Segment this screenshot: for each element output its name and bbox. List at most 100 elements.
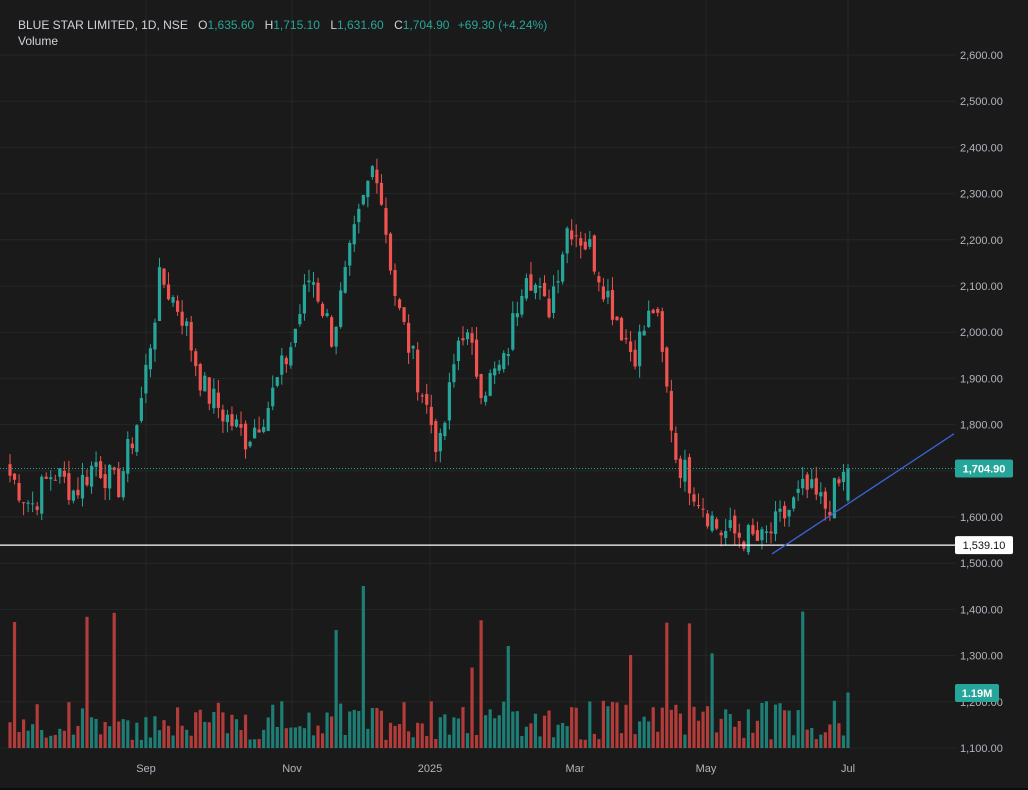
trend-line[interactable] [771, 433, 955, 555]
candle-body [615, 316, 619, 321]
candle-body [841, 471, 846, 483]
price-tick-label: 1,500.00 [960, 558, 1003, 570]
candle-body [80, 474, 85, 499]
candle-body [17, 482, 21, 501]
candle-body [62, 470, 66, 477]
volume-bar [85, 616, 89, 748]
candle-body [570, 230, 574, 240]
volume-bar [49, 735, 53, 748]
candle-body [810, 479, 814, 488]
close-label: C [394, 18, 403, 32]
volume-bar [764, 701, 769, 748]
volume-bar [742, 737, 746, 748]
volume-bar [696, 720, 701, 748]
volume-bar [628, 655, 633, 748]
candle-body [316, 282, 320, 302]
candle-body [574, 235, 578, 237]
volume-bar [388, 722, 393, 748]
candle-body [194, 351, 198, 367]
volume-bar [828, 724, 832, 748]
candle-body [488, 372, 492, 396]
time-tick-label: May [696, 763, 717, 775]
symbol-name[interactable]: BLUE STAR LIMITED, 1D, NSE [18, 18, 188, 32]
volume-bar [656, 731, 660, 748]
candle-body [117, 468, 121, 498]
volume-bar [805, 729, 809, 748]
candle-body [502, 353, 506, 370]
candle-body [212, 388, 216, 409]
candle-body [298, 314, 302, 325]
candle-body [21, 502, 26, 504]
candle-body [67, 473, 71, 500]
candle-body [619, 317, 624, 341]
candle-body [148, 348, 153, 370]
volume-bar [8, 722, 12, 748]
volume-bar [574, 707, 578, 748]
price-axis[interactable]: 2,600.00 2,500.00 2,400.00 2,300.00 2,200.00… [960, 50, 1003, 755]
volume-bar [384, 739, 388, 748]
candle-body [805, 474, 809, 490]
volume-bar [796, 710, 800, 748]
volume-bar [687, 623, 692, 748]
volume-bar [185, 729, 189, 748]
candlestick-chart[interactable]: 2,600.00 2,500.00 2,400.00 2,300.00 2,200.00… [0, 0, 1028, 790]
volume-bar [823, 732, 827, 748]
price-tick-label: 1,800.00 [960, 420, 1003, 432]
candle-body [31, 503, 35, 505]
volume-bar [225, 733, 230, 748]
volume-bar [669, 709, 673, 748]
candle-body [624, 338, 628, 340]
candle-body [425, 394, 429, 405]
candle-body [320, 303, 325, 316]
volume-bar [71, 734, 76, 748]
candle-body [357, 208, 361, 223]
volume-bar [257, 739, 261, 748]
candle-body [792, 497, 796, 509]
candle-body [506, 354, 510, 357]
symbol-legend[interactable]: BLUE STAR LIMITED, 1D, NSE O1,635.60 H1,… [18, 17, 547, 33]
volume-bar [26, 730, 30, 748]
price-tick-label: 2,200.00 [960, 235, 1003, 247]
candle-body [416, 349, 420, 393]
volume-bar [533, 713, 538, 748]
candle-body [334, 326, 338, 347]
volume-bar [103, 722, 107, 748]
candle-body [551, 286, 556, 313]
candle-body [203, 375, 207, 392]
volume-bar [746, 709, 750, 748]
high-label: H [264, 18, 274, 32]
volume-bar [330, 716, 334, 748]
price-tick-label: 2,300.00 [960, 189, 1003, 201]
candle-body [597, 276, 601, 283]
volume-bar [832, 700, 837, 748]
volume-bar [456, 718, 461, 748]
volume-bar [243, 714, 248, 748]
volume-bar [651, 707, 655, 748]
volume-bar [579, 739, 583, 748]
candle-body [352, 224, 356, 245]
volume-bar [21, 719, 26, 748]
volume-indicator-label[interactable]: Volume [18, 34, 58, 48]
volume-bar [588, 701, 592, 748]
volume-bar [108, 726, 112, 748]
candle-body [225, 414, 230, 423]
price-candles [8, 158, 850, 555]
volume-bar [194, 712, 198, 748]
candle-body [243, 423, 248, 450]
time-axis[interactable]: Sep Nov 2025 Mar May Jul [136, 763, 855, 775]
candle-body [782, 505, 787, 519]
volume-bar [556, 724, 560, 748]
volume-bar [352, 709, 356, 748]
volume-bar [792, 735, 796, 748]
candle-body [40, 476, 44, 514]
candle-body [447, 382, 451, 421]
candle-body [379, 182, 384, 205]
volume-bar [511, 711, 515, 748]
candle-body [44, 476, 48, 479]
candle-body [135, 425, 139, 452]
volume-bar [782, 710, 787, 748]
candle-body [53, 479, 57, 481]
candle-body [230, 414, 234, 427]
volume-bar [479, 620, 483, 748]
volume-bar [760, 702, 764, 748]
